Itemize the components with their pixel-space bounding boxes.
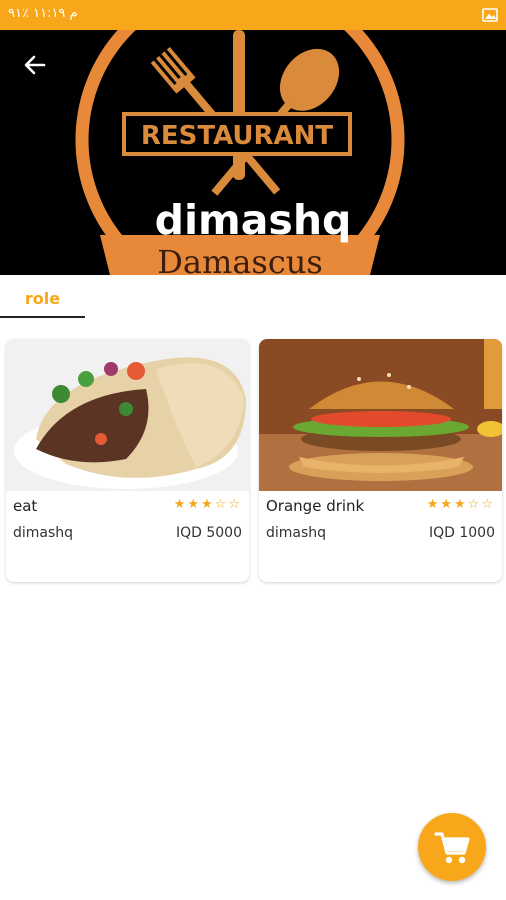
cart-button[interactable] [418, 813, 486, 881]
product-card[interactable]: eat ★★★☆☆ dimashq IQD 5000 [6, 339, 249, 582]
cart-icon [434, 832, 470, 864]
rating-stars: ★★★☆☆ [426, 497, 495, 512]
restaurant-header: RESTAURANT Damascus dimashq [0, 30, 506, 275]
logo-restaurant-text: RESTAURANT [141, 121, 334, 151]
tab-role[interactable]: role [0, 275, 85, 320]
arrow-left-icon [24, 55, 46, 75]
product-price: IQD 1000 [428, 525, 495, 541]
product-image-burger [259, 339, 502, 491]
rating-stars: ★★★☆☆ [173, 497, 242, 512]
status-time: م ١١:١٩ ٪٩١ [8, 6, 78, 21]
logo-city-text: Damascus [157, 243, 323, 275]
page-title: dimashq [154, 196, 352, 244]
category-tabs: role [0, 275, 506, 320]
back-button[interactable] [22, 52, 48, 78]
tab-indicator [0, 316, 85, 318]
status-bar: م ١١:١٩ ٪٩١ [0, 0, 506, 30]
tab-label: role [24, 289, 61, 308]
product-vendor: dimashq [13, 525, 74, 541]
product-vendor: dimashq [266, 525, 327, 541]
product-name: Orange drink [266, 497, 365, 515]
product-price: IQD 5000 [175, 525, 242, 541]
product-image-shawarma [6, 339, 249, 491]
product-card[interactable]: Orange drink ★★★☆☆ dimashq IQD 1000 [259, 339, 502, 582]
product-name: eat [13, 497, 38, 515]
gallery-icon [482, 7, 498, 22]
